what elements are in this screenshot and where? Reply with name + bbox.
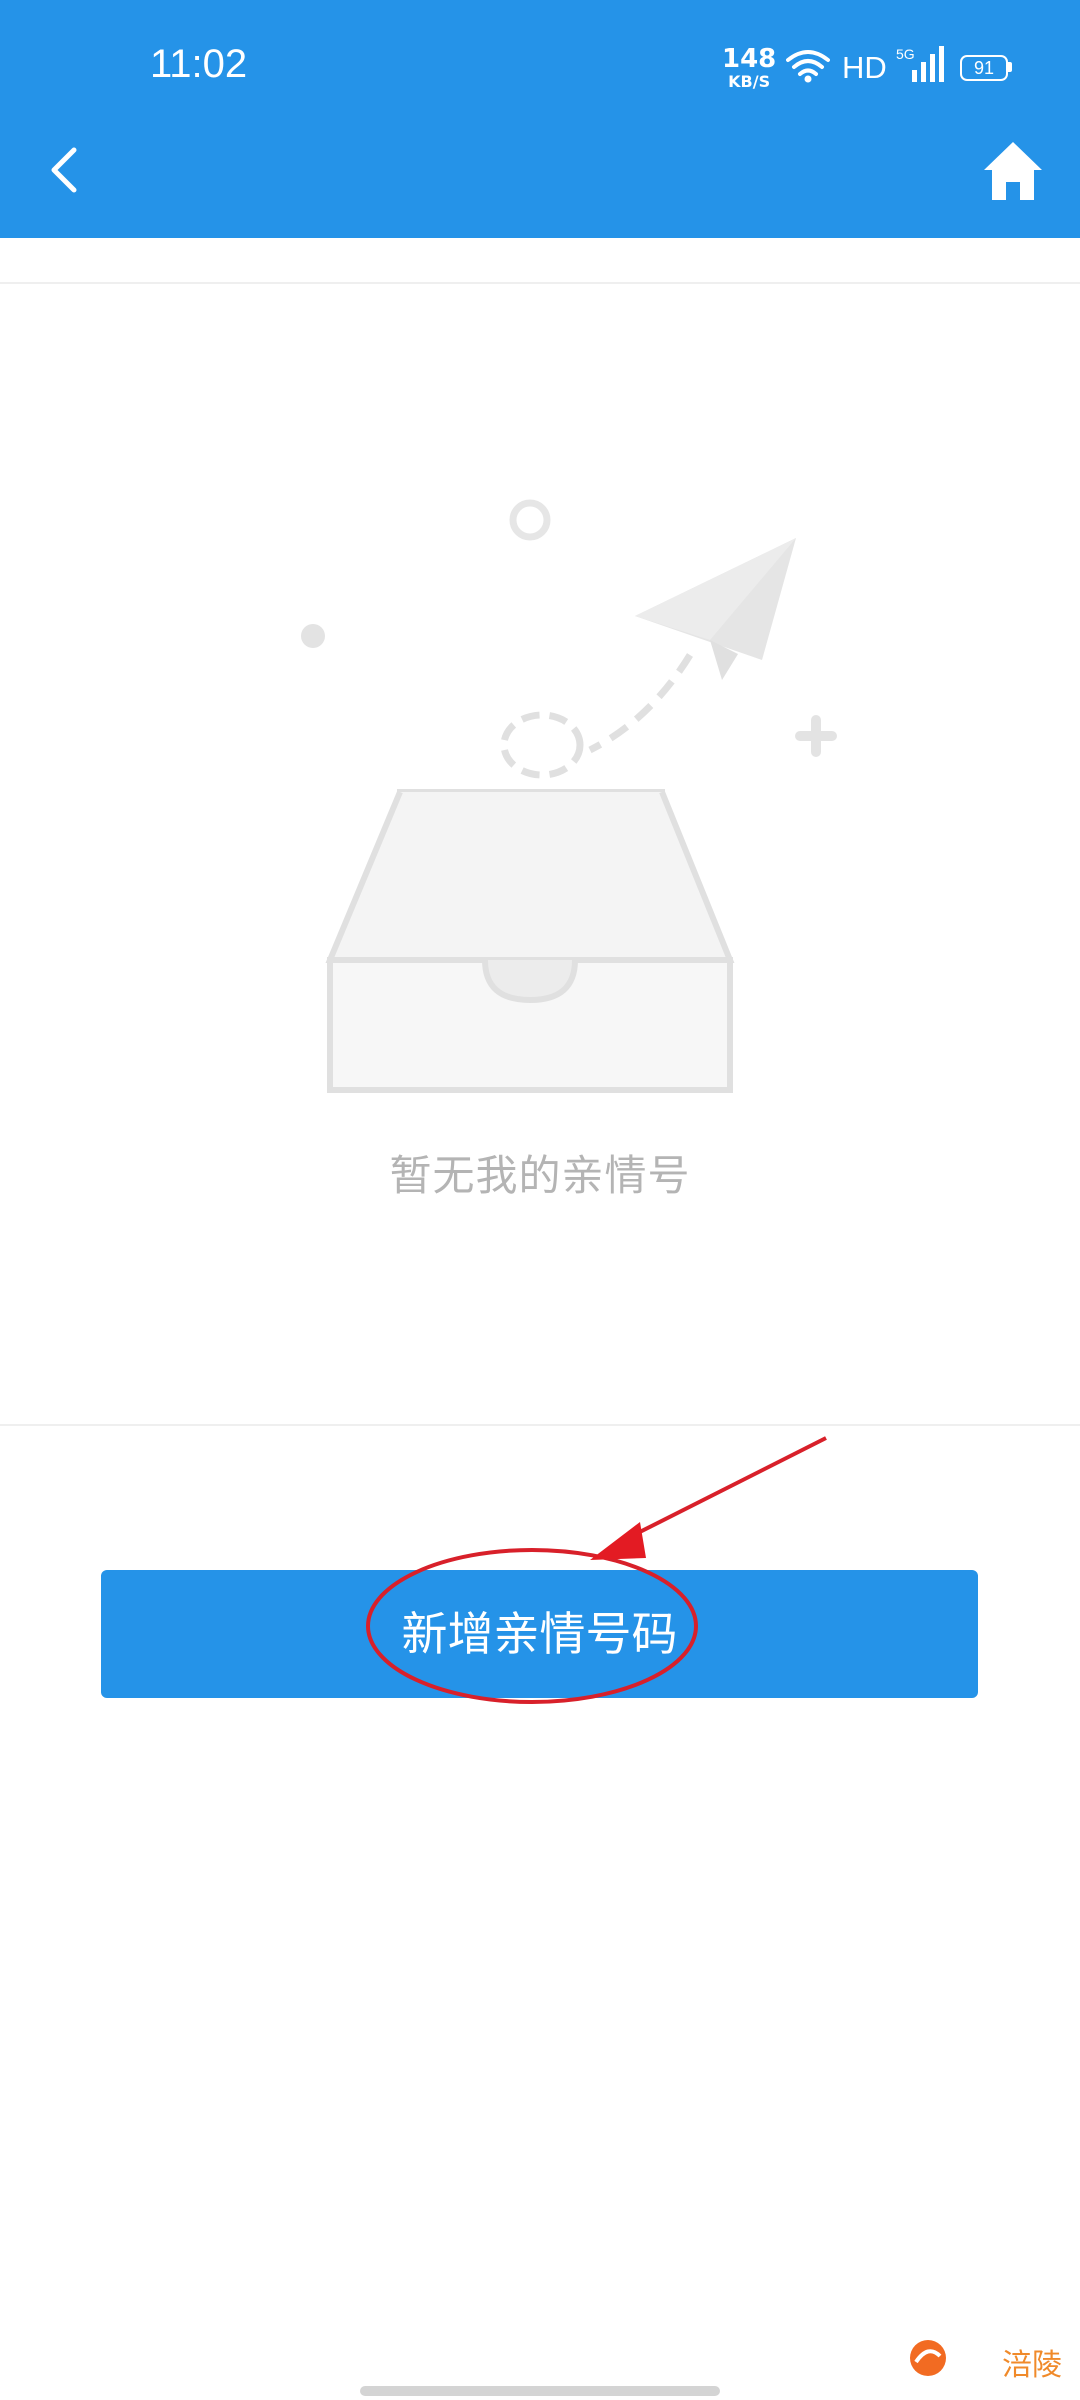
home-button[interactable] xyxy=(980,138,1046,204)
divider-bottom xyxy=(0,1424,1080,1426)
empty-state-message: 暂无我的亲情号 xyxy=(389,1151,691,1200)
watermark-logo xyxy=(910,2340,946,2376)
chevron-left-icon xyxy=(51,147,77,193)
network-type-label: HD xyxy=(842,50,887,85)
app-header: 11:02 148 KB/S HD 5G 91 xyxy=(0,0,1080,238)
wifi-icon xyxy=(786,50,830,83)
status-time: 11:02 xyxy=(150,42,248,86)
signal-icon: 5G xyxy=(896,46,944,82)
home-icon xyxy=(984,142,1042,200)
battery-level: 91 xyxy=(973,58,995,78)
home-indicator-bar[interactable] xyxy=(360,2386,720,2396)
empty-box-illustration xyxy=(301,499,837,1093)
divider-top xyxy=(0,282,1080,284)
battery-icon: 91 xyxy=(960,55,1008,81)
network-speed: 148 KB/S xyxy=(722,46,776,90)
watermark-text: 涪陵 xyxy=(1002,2348,1062,2383)
network-speed-unit: KB/S xyxy=(728,72,771,91)
signal-label: 5G xyxy=(896,46,915,62)
app-screen: 11:02 148 KB/S HD 5G 91 暂无我的亲情号 新增亲情号码 涪… xyxy=(0,0,1080,2400)
battery-tip xyxy=(1008,62,1012,72)
back-button[interactable] xyxy=(40,140,90,200)
network-speed-value: 148 xyxy=(722,44,777,74)
add-family-number-button[interactable]: 新增亲情号码 xyxy=(101,1570,978,1698)
